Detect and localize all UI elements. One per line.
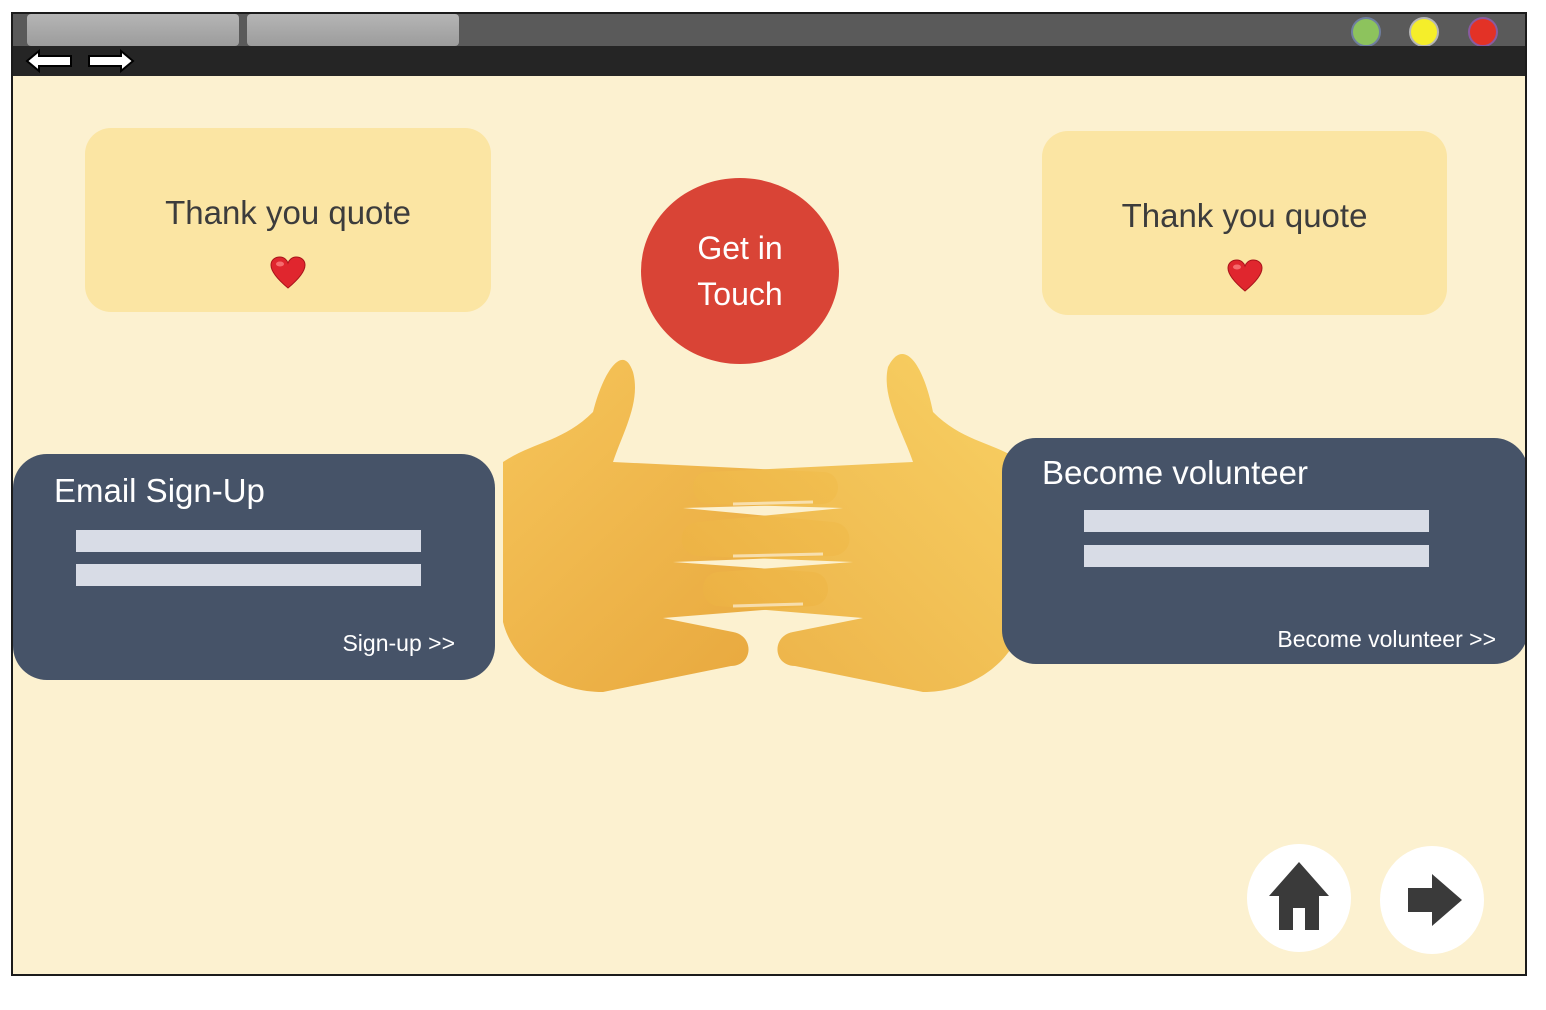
minimize-button[interactable] (1409, 17, 1439, 47)
email-signup-field-1[interactable] (76, 530, 421, 552)
quote-text: Thank you quote (165, 194, 411, 231)
home-icon (1269, 862, 1329, 930)
become-volunteer-link[interactable]: Become volunteer >> (1277, 626, 1496, 653)
next-button[interactable] (1380, 846, 1484, 954)
volunteer-field-2[interactable] (1084, 545, 1429, 567)
sign-up-link[interactable]: Sign-up >> (342, 630, 455, 657)
email-signup-field-2[interactable] (76, 564, 421, 586)
browser-tab-2[interactable] (247, 14, 459, 46)
heart-icon (1226, 259, 1263, 292)
browser-window: Thank you quote Thank you quote Get in T… (11, 12, 1527, 976)
email-signup-title: Email Sign-Up (54, 472, 265, 509)
thank-you-quote-card-right: Thank you quote (1042, 131, 1447, 315)
home-button[interactable] (1247, 844, 1351, 952)
forward-arrow-icon[interactable] (85, 48, 135, 74)
volunteer-field-1[interactable] (1084, 510, 1429, 532)
become-volunteer-panel: Become volunteer Become volunteer >> (1002, 438, 1525, 664)
right-arrow-icon (1408, 874, 1462, 926)
close-button[interactable] (1468, 17, 1498, 47)
browser-toolbar (13, 46, 1525, 76)
handshake-hands-icon (503, 354, 1023, 692)
back-arrow-icon[interactable] (25, 48, 75, 74)
get-in-touch-button[interactable]: Get in Touch (641, 178, 839, 364)
browser-tab-1[interactable] (27, 14, 239, 46)
thank-you-quote-card-left: Thank you quote (85, 128, 491, 312)
get-in-touch-label: Get in Touch (697, 230, 783, 312)
quote-text: Thank you quote (1121, 197, 1368, 234)
heart-icon (270, 256, 306, 289)
become-volunteer-title: Become volunteer (1042, 454, 1308, 491)
maximize-button[interactable] (1351, 17, 1381, 47)
title-bar (13, 14, 1525, 47)
email-signup-panel: Email Sign-Up Sign-up >> (13, 454, 495, 680)
